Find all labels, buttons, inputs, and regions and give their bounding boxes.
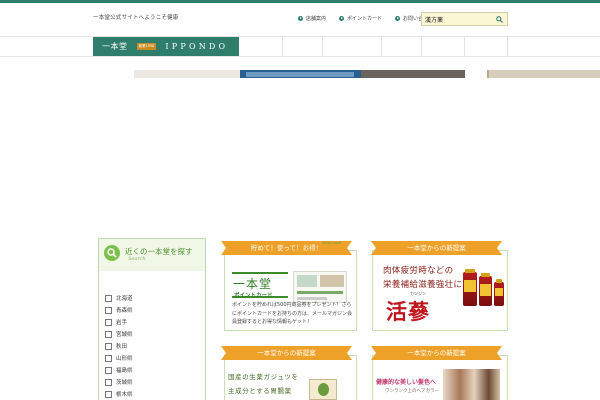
header-links: 店舗案内 ポイントカード お問い合わせ xyxy=(298,15,433,22)
prefecture-label: 岩手 xyxy=(116,320,128,326)
point-card-logo: 一本堂 ポイントカード xyxy=(232,272,288,299)
arrow-circle-icon xyxy=(339,16,345,21)
point-card-image xyxy=(293,271,347,303)
prefecture-label: 北海道 xyxy=(116,296,133,302)
hair-line-1: 健康的な美しい髪色へ xyxy=(376,379,437,386)
logo-since-badge: 創業1958 xyxy=(136,43,157,50)
nav-item-4[interactable] xyxy=(421,37,422,56)
store-search-panel: 近くの一本堂を探す Search 北海道 青森県 岩手 宮城県 秋田 山形県 福… xyxy=(98,238,206,400)
prefecture-item[interactable]: 青森県 xyxy=(105,304,133,316)
site-logo[interactable]: 一本堂 創業1958 IPPONDO xyxy=(93,37,239,56)
prefecture-item[interactable]: 宮城県 xyxy=(105,328,133,340)
prefecture-list: 北海道 青森県 岩手 宮城県 秋田 山形県 福島県 茨城県 栃木県 xyxy=(105,292,133,400)
header-link-label: ポイントカード xyxy=(347,16,383,22)
bottle-image xyxy=(463,269,477,306)
kajin-line-1: 肉体疲労時などの xyxy=(383,266,454,276)
nav-item-6[interactable] xyxy=(507,37,508,56)
prefecture-label: 青森県 xyxy=(116,308,133,314)
store-search-subtitle: Search xyxy=(128,256,146,262)
checkbox[interactable] xyxy=(105,342,112,350)
kajin-line-2: 栄養補給滋養強壮に xyxy=(383,280,463,290)
prefecture-label: 山形県 xyxy=(116,356,133,362)
prefecture-label: 福島県 xyxy=(116,368,133,374)
point-card-description: ポイントを貯めれば500円商品券をプレゼント！さらにポイントカードをお持ちの方は… xyxy=(232,302,353,325)
hair-model-photo xyxy=(443,369,500,400)
point-card-logo-caption: ポイントカード xyxy=(234,293,273,299)
arrow-circle-icon xyxy=(395,16,401,21)
logo-latin: IPPONDO xyxy=(165,42,229,51)
hero-banner-center[interactable] xyxy=(240,70,361,78)
prefecture-label: 栃木県 xyxy=(116,392,133,398)
search-input[interactable] xyxy=(425,14,493,24)
hero-banner-right[interactable] xyxy=(361,70,465,78)
header-link-point-card[interactable]: ポイントカード xyxy=(339,15,382,22)
tea-line-1: 国産の生薬ガジュツを xyxy=(228,373,299,381)
tea-ribbon: 一本堂からの新提案 xyxy=(221,346,352,360)
prefecture-label: 秋田 xyxy=(116,344,128,350)
top-accent-line xyxy=(0,0,600,3)
prefecture-item[interactable]: 岩手 xyxy=(105,316,133,328)
tea-package-image xyxy=(309,379,337,400)
kajin-product-name: 活蔘 xyxy=(386,299,430,324)
checkbox[interactable] xyxy=(105,390,112,398)
checkbox[interactable] xyxy=(105,354,112,362)
ribbon-label: 貯めて！使って！お得！ xyxy=(250,244,323,252)
prefecture-item[interactable]: 山形県 xyxy=(105,352,133,364)
prefecture-item[interactable]: 秋田 xyxy=(105,340,133,352)
site-search xyxy=(421,12,508,26)
point-card-ribbon: 貯めて！使って！お得！ Point Card xyxy=(221,241,352,255)
ribbon-label: 一本堂からの新提案 xyxy=(407,349,466,357)
nav-item-1[interactable] xyxy=(282,37,283,56)
arrow-circle-icon xyxy=(298,16,303,21)
tea-line-2: 主成分とする胃腸薬 xyxy=(228,387,292,395)
prefecture-item[interactable]: 栃木県 xyxy=(105,388,133,400)
hero-banner-next[interactable] xyxy=(487,70,600,78)
hair-ribbon: 一本堂からの新提案 xyxy=(371,346,502,360)
checkbox[interactable] xyxy=(105,378,112,386)
nav-item-5[interactable] xyxy=(464,37,465,56)
header-link-label: 店舗案内 xyxy=(306,16,327,22)
hair-line-2: ワンランク上のヘアカラー xyxy=(385,389,439,394)
prefecture-item[interactable]: 福島県 xyxy=(105,364,133,376)
ribbon-label: 一本堂からの新提案 xyxy=(407,244,466,252)
nav-item-3[interactable] xyxy=(381,37,382,56)
checkbox[interactable] xyxy=(105,330,112,338)
hero-banner-left[interactable] xyxy=(134,70,240,78)
ribbon-tag: Point Card xyxy=(322,241,341,245)
checkbox[interactable] xyxy=(105,318,112,326)
checkbox[interactable] xyxy=(105,306,112,314)
bottle-image xyxy=(479,273,492,306)
checkbox[interactable] xyxy=(105,366,112,374)
search-icon[interactable] xyxy=(496,16,503,23)
nav-item-2[interactable] xyxy=(322,37,323,56)
prefecture-label: 茨城県 xyxy=(116,380,133,386)
global-nav xyxy=(0,36,600,57)
ribbon-label: 一本堂からの新提案 xyxy=(257,349,316,357)
prefecture-item[interactable]: 北海道 xyxy=(105,292,133,304)
kajin-ribbon: 一本堂からの新提案 xyxy=(371,241,502,255)
point-card-logo-kanji: 一本堂 xyxy=(233,277,273,291)
checkbox[interactable] xyxy=(105,294,112,302)
logo-kanji: 一本堂 xyxy=(102,42,128,51)
prefecture-item[interactable]: 茨城県 xyxy=(105,376,133,388)
search-icon xyxy=(104,245,120,261)
store-search-header: 近くの一本堂を探す Search xyxy=(99,239,205,271)
bottle-image xyxy=(494,279,504,306)
site-tagline: 一本堂公式サイトへようこそ健康 xyxy=(93,15,179,21)
prefecture-label: 宮城県 xyxy=(116,332,133,338)
header-link-store-guide[interactable]: 店舗案内 xyxy=(298,15,326,22)
